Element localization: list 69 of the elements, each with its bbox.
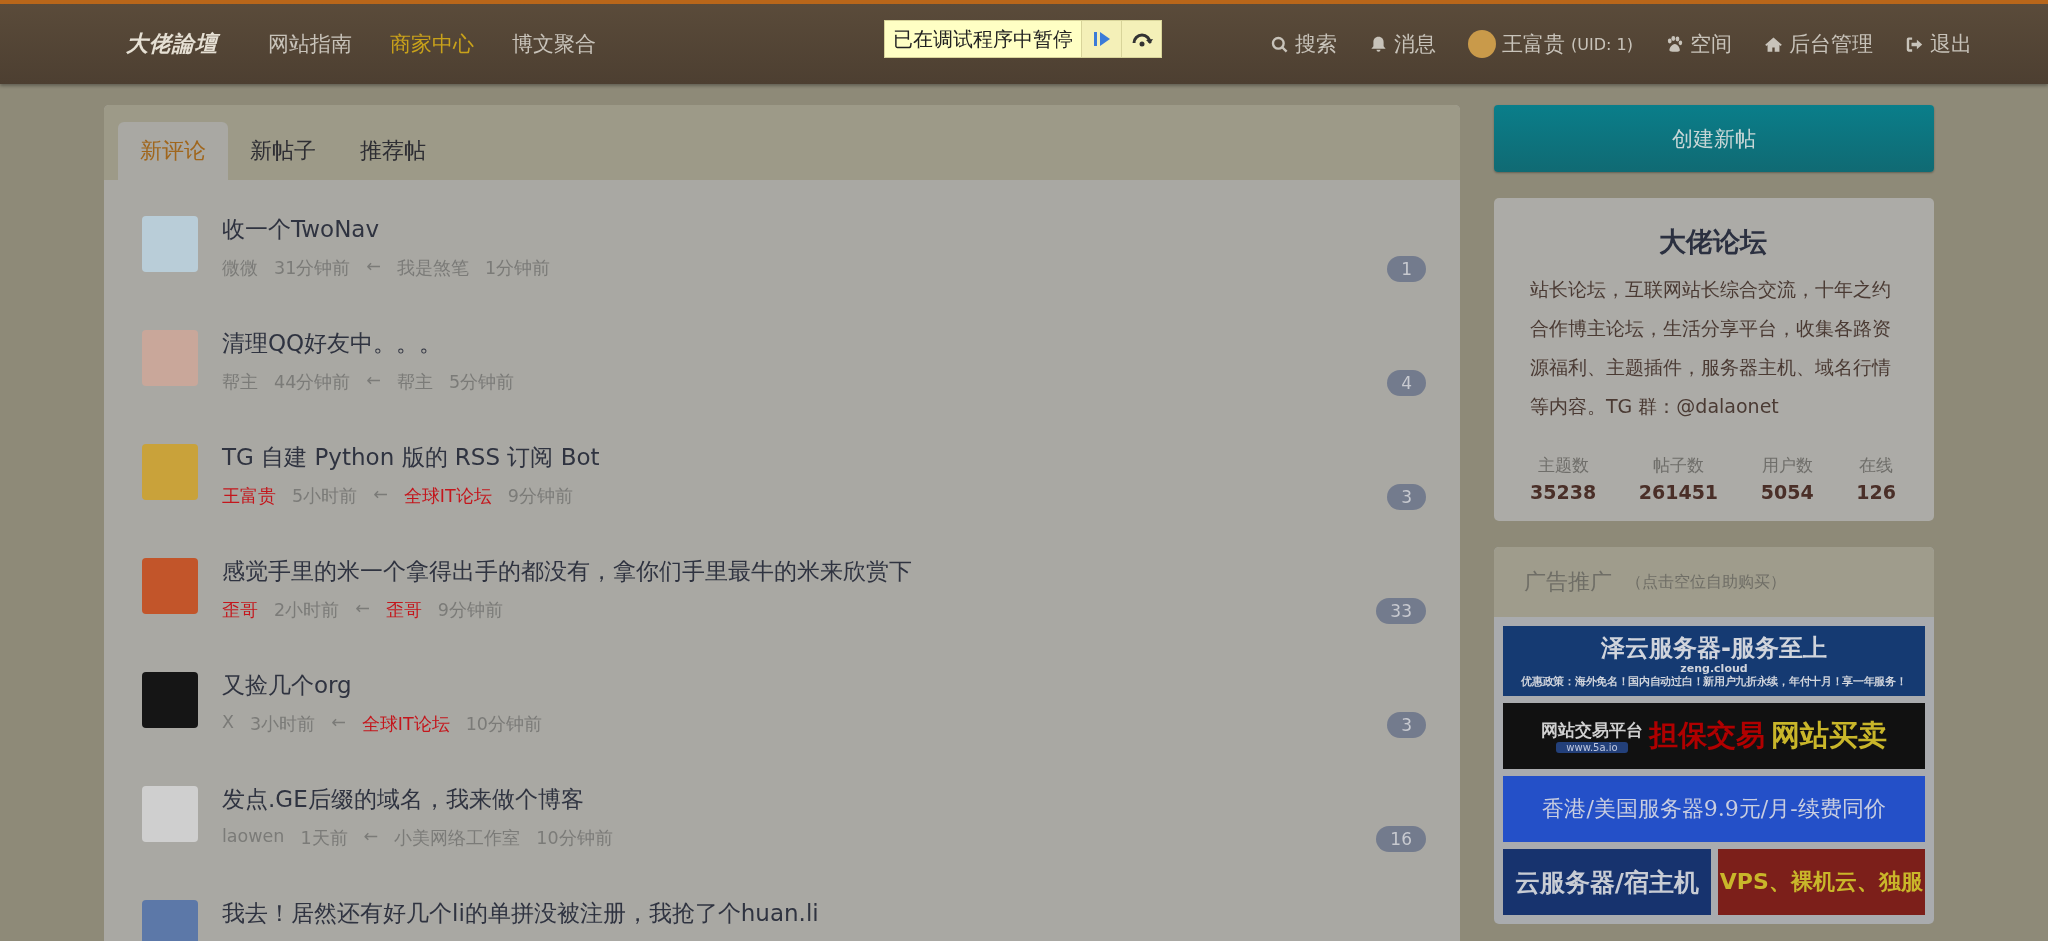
debugger-message: 已在调试程序中暂停 — [892, 25, 1074, 53]
arrow-glyph: ← — [366, 370, 381, 392]
thread-title-link[interactable]: 我去！居然还有好几个li的单拼没被注册，我抢了个huan.li — [222, 898, 1426, 928]
avatar-image[interactable] — [142, 444, 198, 500]
stat-value: 261451 — [1638, 481, 1719, 503]
forum-description: 站长论坛，互联网站长综合交流，十年之约合作博主论坛，生活分享平台，收集各路资源福利、主题插件，服务器主机、域名行情等内容。TG 群：@dalaonet — [1530, 277, 1892, 419]
sign-out-icon — [1905, 34, 1924, 54]
reply-count-badge: 1 — [1387, 256, 1426, 282]
banner-domain: zeng.cloud — [1680, 661, 1748, 675]
step-over-button[interactable] — [1121, 21, 1161, 57]
arrow-glyph: ← — [373, 484, 388, 506]
avatar-image[interactable] — [142, 330, 198, 386]
ad-banner[interactable]: 云服务器/宿主机 — [1503, 849, 1711, 915]
stat-label: 帖子数 — [1652, 454, 1704, 477]
arrow-glyph: ← — [331, 712, 346, 734]
ad-banner[interactable]: 香港/美国服务器9.9元/月-续费同价 — [1503, 776, 1925, 842]
thread-title-link[interactable]: TG 自建 Python 版的 RSS 订阅 Bot — [222, 442, 1388, 472]
ad-banner[interactable]: VPS、裸机云、独服 — [1717, 849, 1925, 915]
avatar-image[interactable] — [142, 558, 198, 614]
user-avatar — [1468, 30, 1497, 58]
stat-label: 用户数 — [1761, 454, 1813, 477]
nav-action-link[interactable]: 空间 — [1690, 30, 1732, 58]
nav-action-link[interactable]: 退出 — [1930, 30, 1972, 58]
banner-slogan: 网站买卖 — [1771, 717, 1887, 754]
home-icon — [1764, 34, 1783, 54]
reply-count-badge: 33 — [1376, 598, 1426, 624]
stat-label: 在线 — [1859, 454, 1894, 477]
avatar-image[interactable] — [142, 786, 198, 842]
reply-count-badge: 4 — [1387, 370, 1426, 396]
paw-icon — [1665, 34, 1684, 54]
thread-title-link[interactable]: 收一个TwoNav — [222, 214, 1388, 244]
avatar-image[interactable] — [142, 672, 198, 728]
nav-link[interactable]: 网站指南 — [268, 30, 352, 58]
resume-button[interactable] — [1081, 21, 1121, 57]
arrow-glyph: ← — [363, 826, 379, 848]
nav-action-link[interactable]: 搜索 — [1295, 30, 1338, 58]
nav-action-link[interactable]: 后台管理 — [1789, 30, 1873, 58]
create-thread-button[interactable]: 创建新帖 — [1494, 105, 1934, 172]
reply-count-badge: 16 — [1376, 826, 1426, 852]
banner-slogan: 担保交易 — [1649, 717, 1765, 754]
thread-title-link[interactable]: 又捡几个org — [222, 670, 1388, 700]
user-id-label: (UID: 1) — [1571, 34, 1633, 54]
reply-count-badge: 3 — [1387, 484, 1426, 510]
stat-value: 35238 — [1530, 481, 1597, 503]
stat-value: 126 — [1856, 481, 1896, 503]
banner-domain: www.5a.io — [1556, 742, 1628, 753]
avatar-image[interactable] — [142, 216, 198, 272]
nav-link[interactable]: 商家中心 — [390, 30, 474, 58]
nav-link[interactable]: 博文聚合 — [512, 30, 596, 58]
stat-value: 5054 — [1760, 481, 1814, 503]
thread-title-link[interactable]: 感觉手里的米一个拿得出手的都没有，拿你们手里最牛的米来欣赏下 — [222, 556, 1377, 586]
play-icon — [1091, 30, 1112, 48]
tab[interactable]: 推荐帖 — [338, 122, 448, 180]
reply-count-badge: 3 — [1387, 712, 1426, 738]
thread-title-link[interactable]: 清理QQ好友中。。。 — [222, 328, 1388, 358]
banner-headline: 泽云服务器-服务至上 — [1601, 633, 1827, 662]
banner-tagline: 优惠政策：海外免名！国内自动过白！新用户九折永续，年付十月！享一年服务！ — [1521, 674, 1907, 689]
forum-name: 大佬论坛 — [1658, 225, 1768, 259]
search-icon — [1270, 34, 1290, 54]
arrow-glyph: ← — [355, 598, 370, 620]
avatar-image[interactable] — [142, 900, 198, 941]
thread-title-link[interactable]: 发点.GE后缀的域名，我来做个博客 — [222, 784, 1377, 814]
nav-action-link[interactable]: 消息 — [1394, 30, 1437, 58]
banner-headline: 网站交易平台 — [1541, 719, 1643, 742]
nav-action-link[interactable]: 王富贵 — [1502, 30, 1566, 58]
arrow-glyph: ← — [366, 256, 381, 278]
stat-label: 主题数 — [1537, 454, 1589, 477]
ad-banner[interactable]: 泽云服务器-服务至上 zeng.cloud 优惠政策：海外免名！国内自动过白！新用户九折永续，年付十月！享一年服务！ — [1503, 626, 1925, 696]
tab[interactable]: 新帖子 — [228, 122, 338, 180]
